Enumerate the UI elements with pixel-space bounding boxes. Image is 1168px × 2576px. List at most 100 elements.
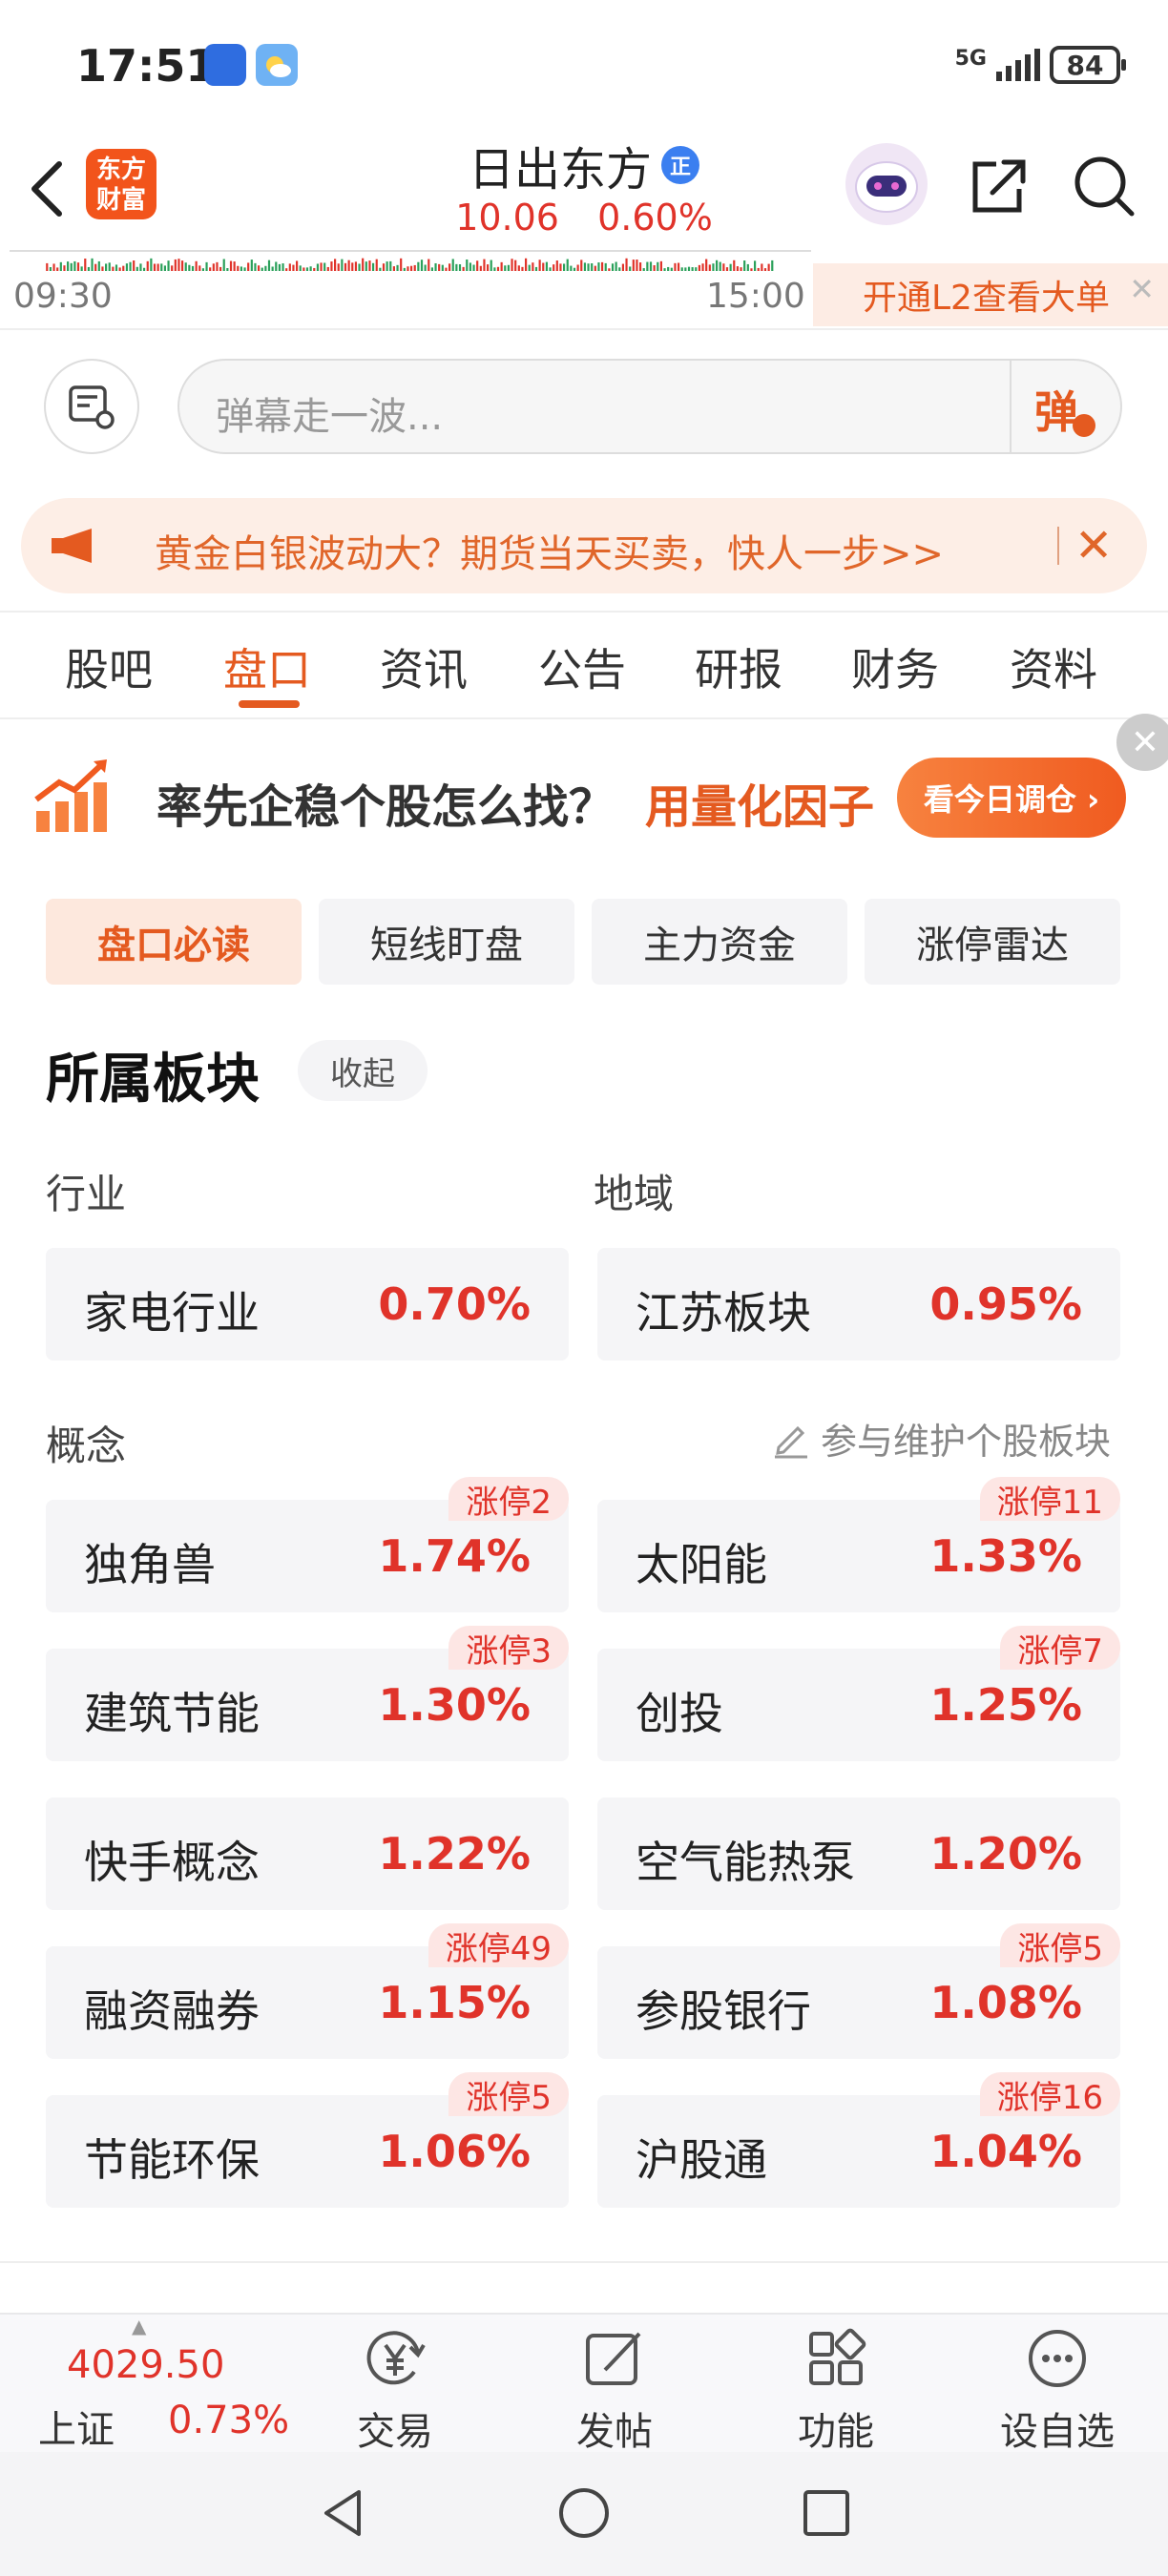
volume-bar [659,260,662,271]
volume-bar [534,266,538,271]
limit-up-badge: 涨停16 [979,2072,1120,2117]
system-home-icon[interactable] [555,2484,613,2542]
danmu-placeholder: 弹幕走一波... [216,395,444,439]
volume-bar [438,263,441,271]
collapse-button[interactable]: 收起 [298,1040,428,1101]
volume-bar [680,267,683,271]
sector-change-pct: 1.22% [378,1828,531,1880]
volume-bar [105,263,108,271]
promo-close-icon[interactable]: ✕ [1116,714,1168,771]
sector-name: 太阳能 [636,1539,767,1590]
ai-assistant-robot-icon[interactable] [845,143,928,225]
volume-bar [667,266,670,271]
tab-2[interactable]: 资讯 [380,635,468,698]
volume-bar [84,259,87,271]
volume-bar [267,260,271,271]
concept-card[interactable]: 参股银行 1.08% 涨停5 [597,1923,1120,2059]
volume-bar [674,262,677,271]
volume-bar [278,263,281,271]
volume-bar [555,260,558,271]
nav-add-watchlist[interactable]: 设自选 [991,2324,1124,2456]
volume-bar [362,258,365,271]
volume-bar [94,263,97,271]
index-change-pct[interactable]: 0.73% [168,2399,289,2442]
volume-bar [382,263,386,271]
concept-card[interactable]: 节能环保 1.06% 涨停5 [46,2072,569,2208]
volume-bar [386,261,388,271]
l2-upgrade-banner[interactable]: 开通L2查看大单 ✕ [813,263,1168,326]
concept-card[interactable]: 太阳能 1.33% 涨停11 [597,1477,1120,1612]
tab-5[interactable]: 财务 [851,635,939,698]
system-back-icon[interactable] [315,2484,372,2542]
tab-0[interactable]: 股吧 [65,635,153,698]
index-name[interactable]: 上证 [38,2399,115,2454]
concept-card[interactable]: 创投 1.25% 涨停7 [597,1626,1120,1761]
promo-button[interactable]: 看今日调仓 › [897,758,1126,838]
volume-bar [341,259,344,271]
volume-bar [725,267,729,271]
ad-banner[interactable]: 黄金白银波动大？期货当天买卖，快人一步>> ✕ [21,498,1147,593]
volume-bar [528,264,531,271]
divider [0,328,1168,330]
ad-close-icon[interactable]: ✕ [1074,519,1113,572]
industry-card[interactable]: 家电行业 0.70% [46,1248,569,1361]
volume-bar [229,260,233,271]
volume-bar [445,267,448,271]
volume-bar [487,264,490,271]
search-icon[interactable] [1071,153,1137,219]
share-icon[interactable] [964,153,1031,219]
volume-bar [299,265,302,271]
concept-card[interactable]: 快手概念 1.22% [46,1797,569,1910]
nav-post[interactable]: 发帖 [548,2324,681,2456]
volume-bar [570,265,573,271]
concept-card[interactable]: 空气能热泵 1.20% [597,1797,1120,1910]
danmu-input[interactable]: 弹幕走一波... 弹 [177,359,1122,454]
concept-card[interactable]: 沪股通 1.04% 涨停16 [597,2072,1120,2208]
subtab-3[interactable]: 涨停雷达 [865,899,1120,985]
subtab-0[interactable]: 盘口必读 [46,899,302,985]
volume-bar [740,267,742,271]
weather-notification-icon [256,44,298,86]
tab-3[interactable]: 公告 [538,635,626,698]
volume-bar [754,260,757,271]
volume-bar [729,263,732,271]
expand-caret-icon[interactable]: ▲ [132,2315,146,2337]
chart-end-time: 15:00 [706,277,805,316]
concept-card[interactable]: 独角兽 1.74% 涨停2 [46,1477,569,1612]
danmu-send-button[interactable]: 弹 [1034,378,1078,441]
volume-bar [705,259,708,271]
concept-card[interactable]: 融资融券 1.15% 涨停49 [46,1923,569,2059]
volume-bar [549,267,552,271]
volume-bar [763,268,767,271]
system-recents-icon[interactable] [798,2484,855,2542]
volume-bar [191,265,195,271]
volume-bar [129,261,132,271]
volume-bar [594,265,596,271]
sector-name: 空气能热泵 [636,1837,855,1888]
nav-trade[interactable]: 交易 [328,2324,462,2456]
volume-bar [63,265,66,271]
maintain-sectors-link[interactable]: 参与维护个股板块 [771,1412,1111,1465]
stock-name: 日出东方 [468,143,652,197]
concept-card[interactable]: 建筑节能 1.30% 涨停3 [46,1626,569,1761]
sector-name: 沪股通 [636,2134,767,2186]
tab-4[interactable]: 研报 [695,635,782,698]
volume-bar [354,261,357,271]
tab-6[interactable]: 资料 [1010,635,1097,698]
volume-bar [566,259,569,271]
subtab-1[interactable]: 短线盯盘 [319,899,574,985]
sector-change-pct: 1.74% [378,1530,531,1582]
index-value[interactable]: 4029.50 [67,2343,224,2387]
status-time: 17:51 [76,40,217,92]
tab-1[interactable]: 盘口 [223,635,311,698]
danmu-settings-button[interactable] [44,359,139,454]
region-card[interactable]: 江苏板块 0.95% [597,1248,1120,1361]
volume-bar [233,261,236,271]
volume-bar [205,261,208,271]
l2-banner-close-icon[interactable]: ✕ [1129,271,1155,307]
subtab-2[interactable]: 主力资金 [592,899,847,985]
volume-bar [604,262,607,271]
volume-bar [521,266,524,271]
nav-label: 发帖 [576,2410,653,2454]
nav-function[interactable]: 功能 [769,2324,903,2456]
